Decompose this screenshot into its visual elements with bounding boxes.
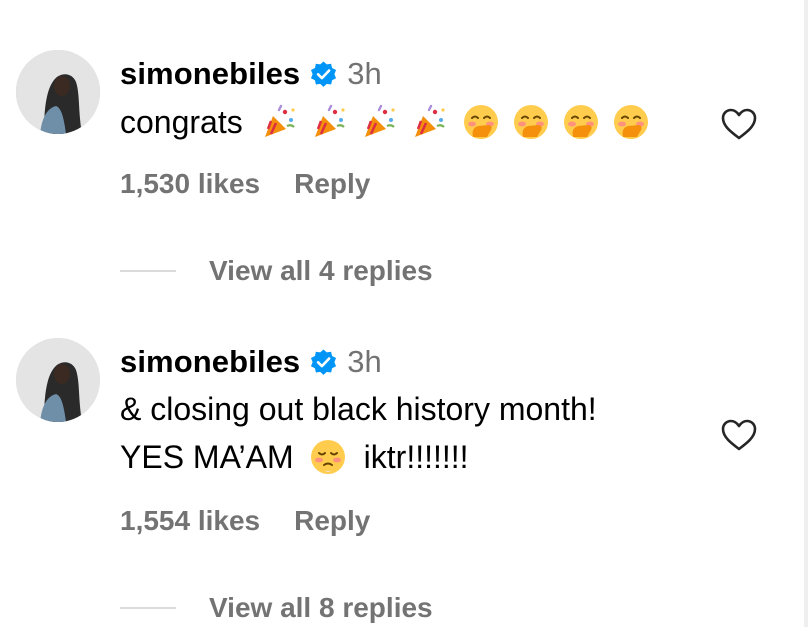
- comments-panel: simonebiles 3h congrats 1,530 likes Repl…: [0, 0, 808, 627]
- view-replies-button[interactable]: View all 8 replies: [120, 592, 433, 624]
- face-exhaling-emoji: [310, 440, 345, 474]
- likes-count[interactable]: 1,554 likes: [120, 505, 260, 537]
- verified-badge-icon: [311, 348, 337, 375]
- heart-outline-icon[interactable]: [720, 418, 758, 452]
- face-with-hand-over-mouth-emoji: [613, 105, 648, 139]
- heart-outline-icon[interactable]: [720, 107, 758, 141]
- verified-badge-icon: [311, 60, 337, 87]
- party-popper-emoji: [264, 104, 295, 137]
- party-popper-emoji: [414, 104, 445, 137]
- comment-time[interactable]: 3h: [347, 344, 381, 380]
- replies-divider: [120, 270, 176, 272]
- face-with-hand-over-mouth-emoji: [513, 105, 548, 139]
- comment-meta: 1,530 likes Reply: [120, 168, 370, 200]
- comment-time[interactable]: 3h: [347, 56, 381, 92]
- scrollbar[interactable]: [804, 0, 808, 627]
- avatar[interactable]: [16, 50, 100, 134]
- comment-text: & closing out black history month!: [120, 385, 597, 433]
- party-popper-emoji: [314, 104, 345, 137]
- comment-header: simonebiles 3h: [120, 342, 382, 382]
- avatar[interactable]: [16, 338, 100, 422]
- face-with-hand-over-mouth-emoji: [563, 105, 598, 139]
- likes-count[interactable]: 1,530 likes: [120, 168, 260, 200]
- comment-text-line-2a: YES MA’AM: [120, 439, 294, 475]
- comment-text-content: congrats: [120, 104, 243, 140]
- comment-text: congrats: [120, 98, 649, 146]
- view-replies-button[interactable]: View all 4 replies: [120, 255, 433, 287]
- reply-button[interactable]: Reply: [294, 505, 370, 537]
- comment-text-line-2b: iktr!!!!!!!: [363, 439, 469, 475]
- comment-meta: 1,554 likes Reply: [120, 505, 370, 537]
- username[interactable]: simonebiles: [120, 56, 300, 92]
- replies-divider: [120, 607, 176, 609]
- comment-text-line-1: & closing out black history month!: [120, 391, 597, 427]
- comment-header: simonebiles 3h: [120, 54, 382, 94]
- username[interactable]: simonebiles: [120, 344, 300, 380]
- view-replies-label[interactable]: View all 8 replies: [209, 592, 433, 624]
- view-replies-label[interactable]: View all 4 replies: [209, 255, 433, 287]
- comment-text: YES MA’AM iktr!!!!!!!: [120, 433, 469, 481]
- reply-button[interactable]: Reply: [294, 168, 370, 200]
- face-with-hand-over-mouth-emoji: [463, 105, 498, 139]
- party-popper-emoji: [364, 104, 395, 137]
